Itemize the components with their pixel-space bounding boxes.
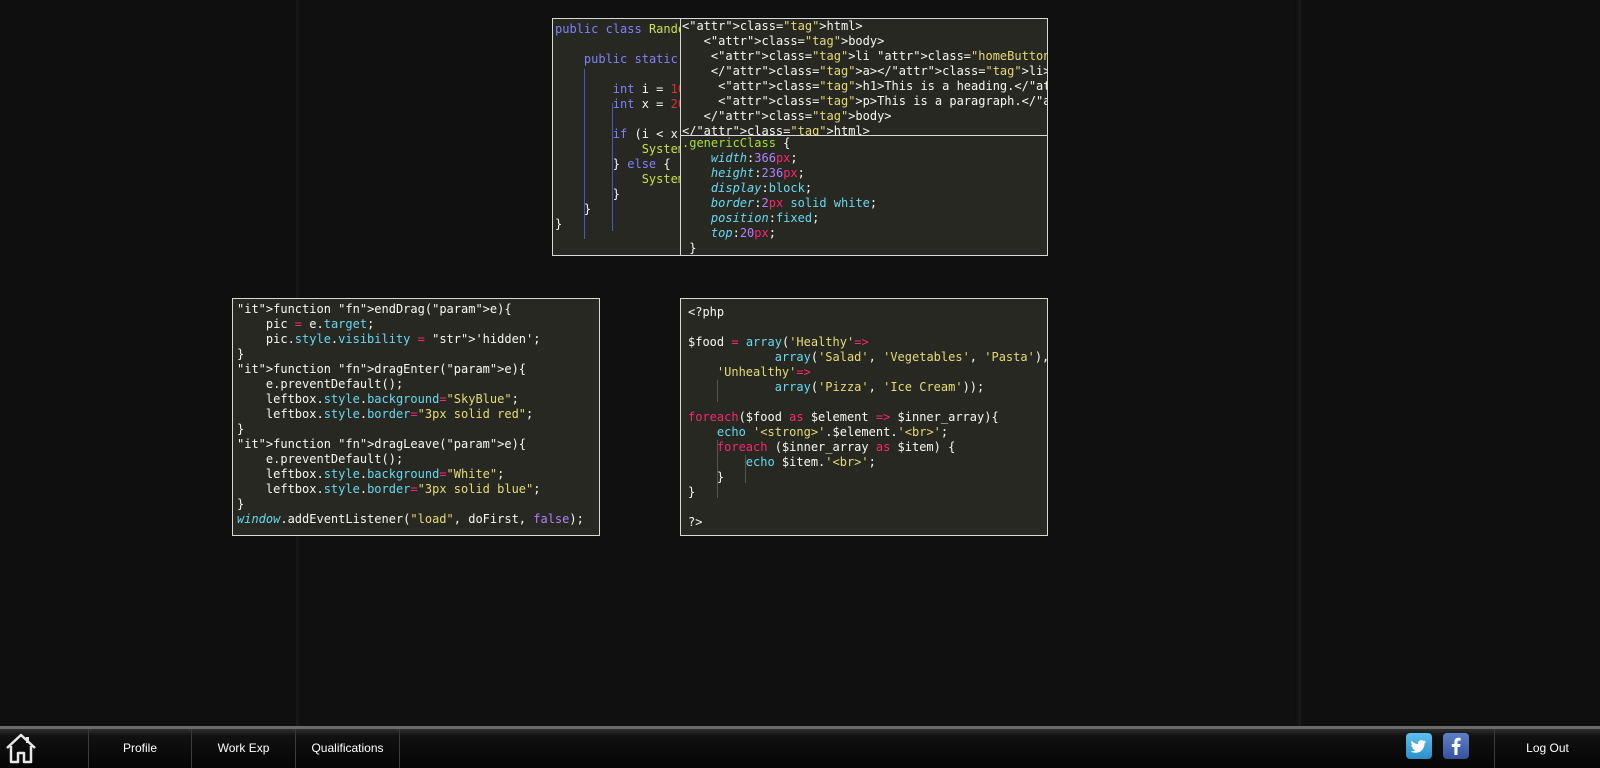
code-line: ?> xyxy=(688,515,703,529)
facebook-icon[interactable] xyxy=(1443,733,1469,759)
code-line: array('Salad', 'Vegetables', 'Pasta'), xyxy=(774,350,1048,364)
indent-guide xyxy=(584,69,585,239)
code-line: <"attr">class="tag">p>This is a paragrap… xyxy=(682,94,1047,108)
code-line: width:366px; xyxy=(710,151,798,165)
code-line: </"attr">class="tag">body> xyxy=(682,109,892,123)
code-line: e.preventDefault(); xyxy=(237,377,404,391)
code-line: 'Unhealthy'=> xyxy=(716,365,811,379)
css-code: .genericClass { width:366px; height:236p… xyxy=(681,136,1047,255)
twitter-icon[interactable] xyxy=(1406,733,1432,759)
code-line: array('Pizza', 'Ice Cream')); xyxy=(774,380,985,394)
code-line: <"attr">class="tag">body> xyxy=(682,34,885,48)
html-code-box[interactable]: <"attr">class="tag">html> <"attr">class=… xyxy=(680,18,1048,137)
code-line: window.addEventListener("load", doFirst,… xyxy=(237,512,584,526)
code-line: echo '<strong>'.$element.'<br>'; xyxy=(716,425,949,439)
nav-qualifications[interactable]: Qualifications xyxy=(296,729,400,768)
code-line: </"attr">class="tag">a></"attr">class="t… xyxy=(682,64,1048,78)
code-line: } xyxy=(237,497,245,511)
code-line: leftbox.style.background="SkyBlue"; xyxy=(237,392,519,406)
indent-guide xyxy=(717,380,718,402)
code-line: } xyxy=(688,485,696,499)
code-line: pic.style.visibility = "str">'hidden'; xyxy=(237,332,541,346)
code-line: border:2px solid white; xyxy=(710,196,878,210)
css-code-box[interactable]: .genericClass { width:366px; height:236p… xyxy=(680,135,1048,256)
code-line: } xyxy=(237,347,245,361)
code-line: height:236px; xyxy=(710,166,805,180)
html-code: <"attr">class="tag">html> <"attr">class=… xyxy=(681,19,1048,136)
indent-guide xyxy=(745,455,746,483)
code-line: "it">function "fn">dragLeave("param">e){ xyxy=(237,437,527,451)
code-line: $food = array('Healthy'=> xyxy=(688,335,869,349)
code-line: "it">function "fn">dragEnter("param">e){ xyxy=(237,362,527,376)
code-line: } xyxy=(688,470,725,484)
code-line: <"attr">class="tag">html> xyxy=(682,19,863,33)
code-line: top:20px; xyxy=(710,226,776,240)
log-out-button[interactable]: Log Out xyxy=(1494,729,1600,768)
code-line: e.preventDefault(); xyxy=(237,452,404,466)
code-line: <?php xyxy=(688,305,725,319)
code-line: foreach($food as $element => $inner_arra… xyxy=(688,410,999,424)
code-line: leftbox.style.border="3px solid red"; xyxy=(237,407,534,421)
code-line: "it">function "fn">endDrag("param">e){ xyxy=(237,302,512,316)
code-line: } xyxy=(237,422,245,436)
php-code: <?php $food = array('Healthy'=> array('S… xyxy=(681,299,1047,530)
javascript-code: "it">function "fn">endDrag("param">e){ p… xyxy=(233,299,599,527)
nav-work-exp[interactable]: Work Exp xyxy=(192,729,296,768)
code-line: <"attr">class="tag">h1>This is a heading… xyxy=(682,79,1047,93)
page: public class Rando public static int i =… xyxy=(0,0,1600,768)
code-line: foreach ($inner_array as $item) { xyxy=(716,440,956,454)
code-line: } xyxy=(682,241,697,255)
code-line: <"attr">class="tag">li "attr">class="hom… xyxy=(682,49,1047,63)
code-line: display:block; xyxy=(710,181,813,195)
javascript-code-box[interactable]: "it">function "fn">endDrag("param">e){ p… xyxy=(232,298,600,536)
home-icon[interactable] xyxy=(4,731,38,765)
php-code-box[interactable]: <?php $food = array('Healthy'=> array('S… xyxy=(680,298,1048,536)
code-line: echo $item.'<br>'; xyxy=(745,455,876,469)
code-line: leftbox.style.background="White"; xyxy=(237,467,505,481)
indent-guide xyxy=(717,440,718,498)
code-line: pic = e.target; xyxy=(237,317,375,331)
code-line: .genericClass { xyxy=(682,136,791,150)
code-line: leftbox.style.border="3px solid blue"; xyxy=(237,482,541,496)
code-line: position:fixed; xyxy=(710,211,820,225)
nav-profile[interactable]: Profile xyxy=(88,729,192,768)
indent-guide xyxy=(612,103,613,231)
